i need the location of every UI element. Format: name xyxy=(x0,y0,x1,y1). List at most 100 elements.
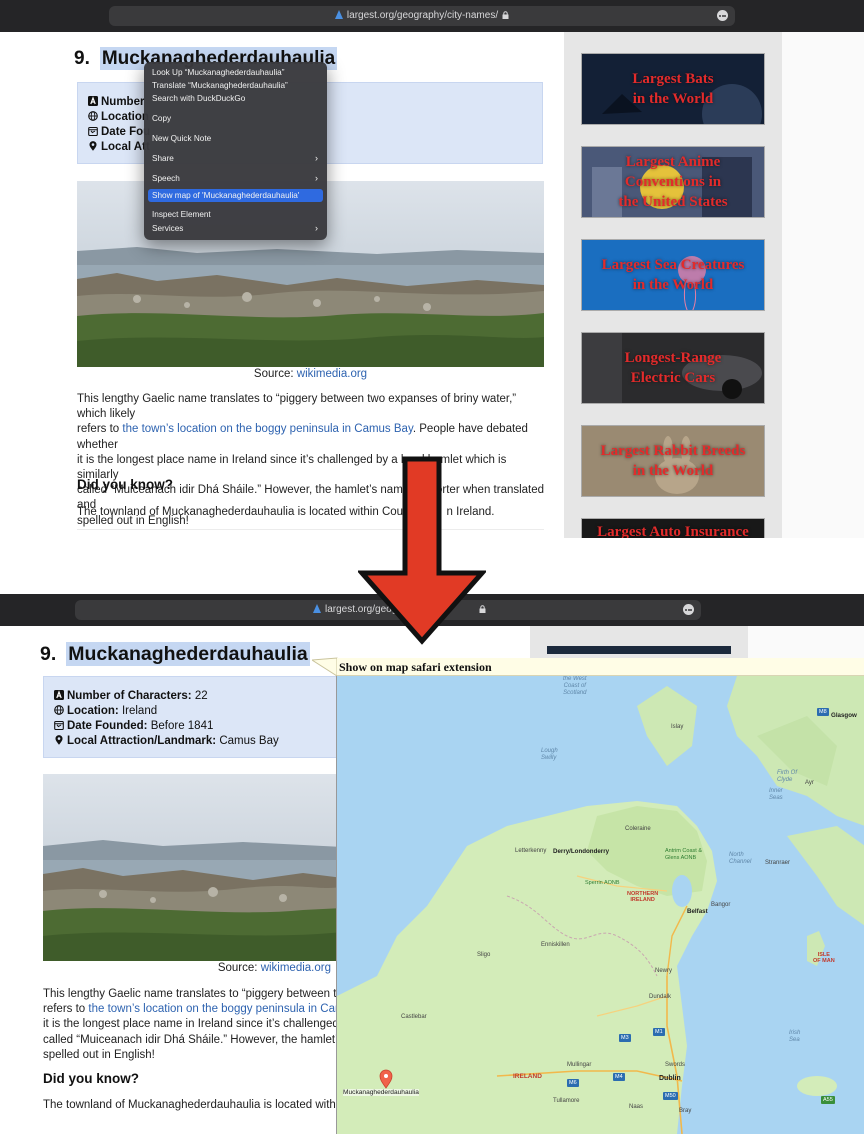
map-label-firth-of-clyde: Firth Of Clyde xyxy=(777,770,798,783)
banner-largest-bats[interactable] xyxy=(547,646,731,654)
road-shield-m8: M8 xyxy=(817,708,829,716)
map-label-antrim-aonb: Antrim Coast & Glens AONB xyxy=(665,848,702,861)
map-label-newry: Newry xyxy=(655,968,673,974)
map-view[interactable]: the West Coast of Scotland Glasgow Islay L… xyxy=(336,676,864,1134)
map-label-coleraine: Coleraine xyxy=(625,826,651,832)
map-label-derry: Derry/Londonderry xyxy=(553,848,610,855)
letter-a-icon xyxy=(88,96,98,106)
source-link[interactable]: wikimedia.org xyxy=(297,368,367,380)
menu-item-look-up[interactable]: Look Up “Muckanaghederdauhaulia” xyxy=(148,66,323,79)
facts-box: Number of Characters: 22 Location: Irela… xyxy=(43,676,343,758)
arrow-down-icon xyxy=(358,456,486,645)
map-label-bray: Bray xyxy=(679,1108,692,1114)
letter-a-icon xyxy=(54,690,64,700)
article-paragraph: This lengthy Gaelic name translates to “… xyxy=(43,988,361,1061)
map-label-irish-sea: Irish Sea xyxy=(789,1030,801,1043)
screenshot-composite: largest.org/geography/city-names/ 9. Muck… xyxy=(0,0,864,1134)
map-label-ayr: Ayr xyxy=(805,780,814,786)
map-label-dublin: Dublin xyxy=(659,1075,681,1082)
url-text: largest.org/geography/city-names/ xyxy=(346,10,499,21)
map-label-scotland-coast: the West Coast of Scotland xyxy=(563,676,587,696)
map-label-glasgow: Glasgow xyxy=(831,712,857,719)
map-label-mullingar: Mullingar xyxy=(567,1062,592,1068)
map-label-ireland: IRELAND xyxy=(513,1073,542,1080)
context-menu: Look Up “Muckanaghederdauhaulia” Transla… xyxy=(144,62,327,240)
map-label-dundalk: Dundalk xyxy=(649,994,672,1000)
map-label-inner-seas: Inner Seas xyxy=(769,788,783,801)
calendar-check-icon xyxy=(88,126,98,137)
map-label-enniskillen: Enniskillen xyxy=(541,942,570,948)
globe-icon xyxy=(88,111,98,121)
site-favicon-icon xyxy=(313,604,321,613)
address-bar[interactable]: largest.org/geography/city-names/ xyxy=(109,6,735,26)
banner-anime-conventions[interactable]: Largest Anime Conventions in the United St… xyxy=(581,146,765,218)
calendar-check-icon xyxy=(54,720,64,731)
menu-item-services[interactable]: Services › xyxy=(148,222,323,235)
map-label-tullamore: Tullamore xyxy=(553,1098,580,1104)
rank-number: 9. xyxy=(74,48,90,69)
map-label-lough-swilly: Lough Swilly xyxy=(541,748,558,761)
map-label-swords: Swords xyxy=(665,1062,686,1068)
photo-caption: Source: wikimedia.org xyxy=(253,368,368,380)
article-photo xyxy=(43,774,343,961)
menu-item-quick-note[interactable]: New Quick Note xyxy=(148,132,323,145)
road-shield-m6: M6 xyxy=(567,1079,579,1087)
map-pin-icon xyxy=(88,141,98,151)
map-label-islay: Islay xyxy=(671,724,684,730)
road-shield-m50: M50 xyxy=(663,1092,678,1100)
map-label-sperrin-aonb: Sperrin AONB xyxy=(585,880,620,886)
map-label-belfast: Belfast xyxy=(687,908,708,915)
banner-rabbit-breeds[interactable]: Largest Rabbit Breeds in the World xyxy=(581,425,765,497)
page-gutter xyxy=(782,32,864,538)
map-label-northern-ireland: NORTHERN IRELAND xyxy=(627,891,659,903)
lock-icon xyxy=(502,11,509,19)
menu-item-share[interactable]: Share › xyxy=(148,152,323,165)
road-shield-m3: M3 xyxy=(619,1034,631,1042)
place-heading: 9. Muckanaghederdauhaulia xyxy=(40,642,310,666)
map-label-isle-of-man: ISLE OF MAN xyxy=(813,952,835,964)
map-label-bangor: Bangor xyxy=(711,902,731,908)
road-shield-a55: A55 xyxy=(821,1096,835,1104)
map-popup-title: Show on map safari extension xyxy=(337,658,864,676)
road-shield-m4: M4 xyxy=(613,1073,625,1081)
map-label-naas: Naas xyxy=(629,1104,644,1110)
rank-number: 9. xyxy=(40,643,57,665)
page-menu-button[interactable] xyxy=(717,10,728,21)
menu-item-speech[interactable]: Speech › xyxy=(148,172,323,185)
site-favicon-icon xyxy=(334,10,343,19)
map-label-castlebar: Castlebar xyxy=(401,1014,427,1020)
menu-item-copy[interactable]: Copy xyxy=(148,112,323,125)
map-label-sligo: Sligo xyxy=(477,952,491,958)
fact-location: Location: Ireland xyxy=(54,704,332,719)
chevron-right-icon: › xyxy=(315,153,318,164)
townland-text: The townland of Muckanaghederdauhaulia i… xyxy=(43,1099,357,1111)
fact-attraction: Local Attraction/Landmark: Camus Bay xyxy=(54,734,332,749)
fact-characters: Number of Characters: 22 xyxy=(54,689,332,704)
chevron-right-icon: › xyxy=(315,222,318,233)
menu-item-translate[interactable]: Translate “Muckanaghederdauhaulia” xyxy=(148,79,323,92)
banner-auto-insurance[interactable]: Largest Auto Insurance xyxy=(581,518,765,538)
road-shield-m1: M1 xyxy=(653,1028,665,1036)
globe-icon xyxy=(54,705,64,715)
page-menu-button[interactable] xyxy=(683,604,694,615)
selected-place-name[interactable]: Muckanaghederdauhaulia xyxy=(66,642,310,666)
map-pin-icon xyxy=(54,735,64,745)
photo-caption: Source: wikimedia.org xyxy=(217,962,331,974)
banner-largest-bats[interactable]: Largest Bats in the World xyxy=(581,53,765,125)
chevron-right-icon: › xyxy=(315,173,318,184)
map-label-north-channel: North Channel xyxy=(729,852,752,865)
fact-founded: Date Founded: Before 1841 xyxy=(54,719,332,734)
location-marker-icon[interactable] xyxy=(379,1069,393,1089)
camus-bay-link[interactable]: the town’s location on the boggy peninsu… xyxy=(122,423,412,435)
banner-electric-cars[interactable]: Longest-Range Electric Cars xyxy=(581,332,765,404)
did-you-know-heading: Did you know? xyxy=(43,1071,139,1086)
menu-item-inspect-element[interactable]: Inspect Element xyxy=(148,208,323,221)
map-marker-label: Muckanaghederdauhaulia xyxy=(343,1089,419,1096)
map-label-stranraer: Stranraer xyxy=(765,860,791,866)
browser-toolbar: largest.org/geography/city-names/ xyxy=(0,0,864,32)
menu-item-show-map[interactable]: Show map of 'Muckanaghederdauhaulia' xyxy=(148,188,323,202)
did-you-know-heading: Did you know? xyxy=(77,477,173,492)
menu-item-search-duckduckgo[interactable]: Search with DuckDuckGo xyxy=(148,92,323,105)
banner-sea-creatures[interactable]: Largest Sea Creatures in the World xyxy=(581,239,765,311)
map-label-letterkenny: Letterkenny xyxy=(515,848,547,854)
